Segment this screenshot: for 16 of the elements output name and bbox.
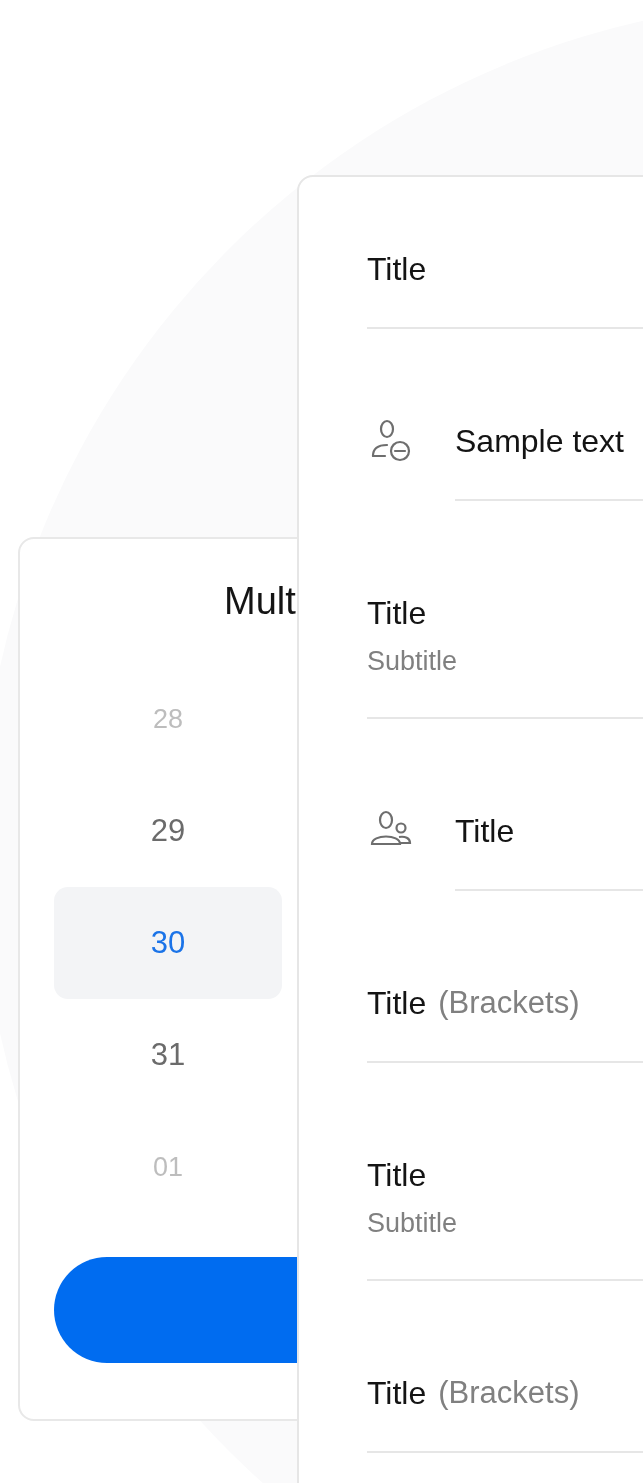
day-option[interactable]: 31: [54, 999, 282, 1111]
picker-title: Mult: [223, 579, 297, 623]
row-title: Title: [367, 1374, 427, 1413]
row-title: Title: [455, 812, 515, 851]
row-subtitle: Subtitle: [367, 1207, 458, 1240]
row-note: (Brackets): [438, 1374, 580, 1412]
row-title: Title: [367, 594, 428, 633]
row-title: Sample text: [455, 422, 624, 461]
row-title: Title: [367, 1156, 428, 1195]
day-option[interactable]: 30: [54, 887, 282, 999]
row-subtitle: Subtitle: [367, 645, 458, 678]
row-note: (Brackets): [438, 984, 580, 1022]
row-title: Title: [367, 250, 427, 289]
confirm-button[interactable]: [54, 1257, 297, 1363]
row-title: Title: [367, 984, 427, 1023]
day-option[interactable]: 29: [54, 775, 282, 887]
